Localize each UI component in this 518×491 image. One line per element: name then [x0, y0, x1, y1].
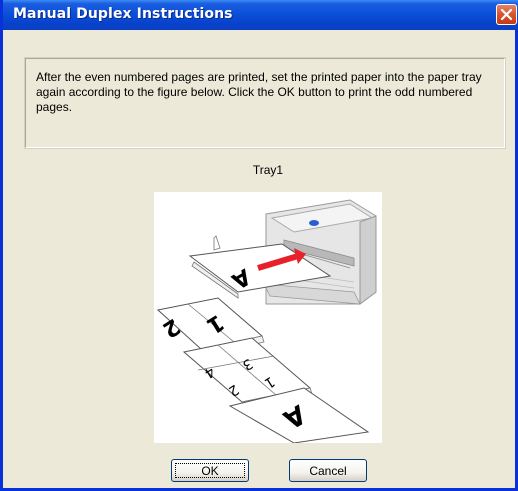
close-icon [500, 8, 513, 21]
ok-button[interactable]: OK [171, 459, 249, 482]
title-bar[interactable]: Manual Duplex Instructions [3, 0, 518, 30]
tray-label: Tray1 [252, 163, 284, 177]
cancel-button[interactable]: Cancel [289, 459, 367, 482]
close-button[interactable] [496, 4, 517, 25]
window-title: Manual Duplex Instructions [13, 6, 233, 22]
cancel-button-label: Cancel [309, 463, 347, 478]
instructions-text: After the even numbered pages are printe… [36, 70, 482, 114]
duplex-figure: A 2 1 4 3 2 1 A [154, 192, 382, 444]
focus-rect [175, 463, 245, 478]
duplex-illustration: A 2 1 4 3 2 1 A [156, 199, 377, 444]
dialog-window: Manual Duplex Instructions After the eve… [0, 0, 518, 491]
instructions-group: After the even numbered pages are printe… [24, 57, 506, 149]
